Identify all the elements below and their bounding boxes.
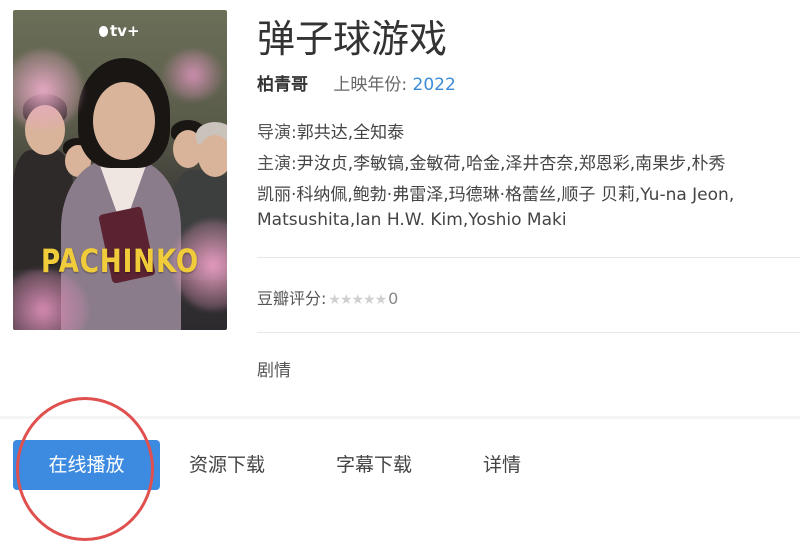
apple-tv-logo: tv+: [99, 22, 140, 40]
blossom-decoration: [13, 50, 83, 130]
director-names: 郭共达,全知泰: [296, 123, 405, 143]
divider: [257, 332, 800, 333]
director-label: 导演:: [257, 123, 297, 143]
movie-poster[interactable]: tv+ PACHINKO: [13, 10, 227, 330]
poster-figure: [93, 82, 155, 160]
tab-online-play[interactable]: 在线播放: [13, 440, 160, 490]
blossom-decoration: [163, 50, 223, 100]
cast-line: 凯丽·科纳佩,鲍勃·弗雷泽,玛德琳·格蕾丝,顺子 贝莉,Yu-na Jeon,: [257, 185, 735, 205]
poster-title: PACHINKO: [40, 242, 200, 280]
section-divider: [0, 416, 800, 419]
cast-line: 主演:尹汝贞,李敏镐,金敏荷,哈金,泽井杏奈,郑恩彩,南果步,朴秀: [257, 149, 726, 174]
brand-text: tv+: [110, 22, 140, 40]
divider: [257, 257, 800, 258]
rating-label: 豆瓣评分:: [257, 289, 327, 308]
page-title: 弹子球游戏: [257, 17, 448, 61]
director-line: 导演:郭共达,全知泰: [257, 118, 404, 143]
cast-line: Matsushita,Ian H.W. Kim,Yoshio Maki: [257, 210, 567, 230]
apple-icon: [99, 26, 108, 37]
alt-title: 柏青哥: [257, 75, 308, 95]
rating-score: 0: [388, 289, 399, 308]
meta-line: 柏青哥 上映年份: 2022: [257, 70, 456, 95]
rating-stars-icon: ★★★★★: [328, 292, 387, 308]
tab-subtitle-download[interactable]: 字幕下载: [336, 440, 412, 490]
cast-label: 主演:: [257, 154, 297, 174]
tab-resource-download[interactable]: 资源下载: [189, 440, 265, 490]
genre-tag[interactable]: 剧情: [257, 356, 291, 381]
year-label: 上映年份:: [333, 75, 408, 95]
cast-names: 尹汝贞,李敏镐,金敏荷,哈金,泽井杏奈,郑恩彩,南果步,朴秀: [296, 154, 726, 174]
year-link[interactable]: 2022: [413, 75, 456, 95]
tab-details[interactable]: 详情: [483, 440, 521, 490]
poster-figure: [198, 135, 227, 177]
douban-rating: 豆瓣评分: ★★★★★ 0: [257, 285, 398, 309]
